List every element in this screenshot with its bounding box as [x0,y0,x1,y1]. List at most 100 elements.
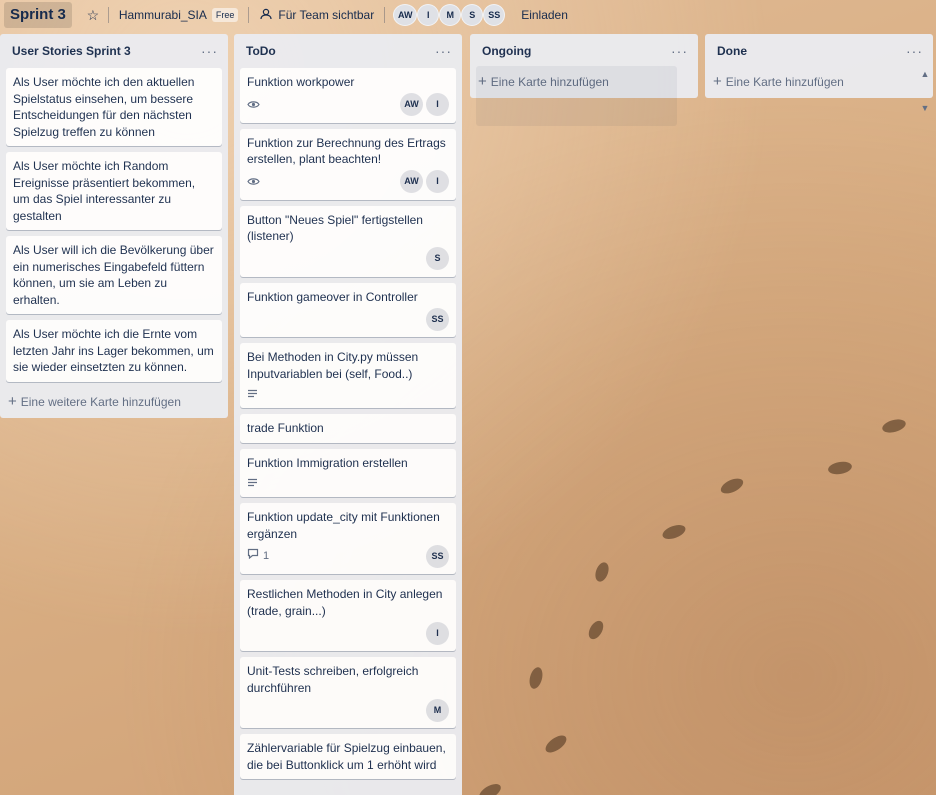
avatar[interactable]: S [426,247,449,270]
member-avatar[interactable]: S [461,4,484,26]
list-done: Done ··· + Eine Karte hinzufügen ▲ ▼ [705,34,933,113]
list-title: Ongoing [482,44,532,58]
avatar[interactable]: SS [426,307,449,331]
card[interactable]: Funktion zur Berechnung des Ertrags erst… [240,128,456,200]
card[interactable]: Als User möchte ich Random Ereignisse pr… [6,152,222,230]
list-todo: ToDo ··· Funktion workpower AW I Funktio… [234,34,462,795]
avatar[interactable]: M [426,698,449,722]
card-title: Zählervariable für Spielzug einbauen, di… [247,741,446,772]
card-badges: AW I [247,170,449,194]
card-badges [247,384,449,402]
plus-icon: + [713,73,722,90]
card-members: S [426,247,449,270]
header-divider [107,7,109,23]
visibility-button[interactable]: Für Team sichtbar [253,2,380,28]
card-members: M [426,698,449,722]
board-members: AW I M S SS [393,4,506,26]
card-members: I [426,621,449,645]
add-card-label: Eine Karte hinzufügen [725,75,844,89]
team-name: Hammurabi_SIA [118,8,207,22]
card[interactable]: Funktion workpower AW I [240,68,456,123]
list-title: ToDo [246,44,276,58]
list-title: Done [717,44,747,58]
more-icon[interactable]: ··· [906,44,923,58]
card-title: Als User möchte ich die Ernte vom letzte… [13,327,214,374]
comment-icon [247,548,259,565]
card-badges: SS [247,307,449,331]
card[interactable]: Funktion gameover in Controller SS [240,282,456,337]
card-title: Funktion gameover in Controller [247,289,418,304]
member-avatar[interactable]: SS [483,4,506,26]
card-title: trade Funktion [247,421,324,435]
plan-badge: Free [211,8,239,22]
avatar[interactable]: I [426,170,449,193]
card-badges: 1 SS [247,544,449,568]
eye-icon [247,177,260,186]
comment-count: 1 [263,549,270,562]
card-badges: S [247,247,449,271]
card[interactable]: Funktion Immigration erstellen [240,448,456,497]
card[interactable]: Unit-Tests schreiben, erfolgreich durchf… [240,657,456,728]
card-title: Bei Methoden in City.py müssen Inputvari… [247,350,419,381]
card-title: Als User möchte ich den aktuellen Spiels… [13,75,195,139]
card-title: Funktion update_city mit Funktionen ergä… [247,510,440,541]
card-title: Unit-Tests schreiben, erfolgreich durchf… [247,664,419,695]
chevron-down-icon[interactable]: ▼ [919,102,931,114]
card-members: AW I [400,93,449,116]
avatar[interactable]: AW [400,93,423,116]
list-title: User Stories Sprint 3 [12,44,131,58]
chevron-up-icon[interactable]: ▲ [919,68,931,80]
card-list: Als User möchte ich den aktuellen Spiels… [0,68,228,382]
card-title: Funktion workpower [247,75,355,89]
card-title: Als User will ich die Bevölkerung über e… [13,243,214,307]
avatar[interactable]: AW [400,170,423,193]
header-divider [248,7,250,23]
card-title: Als User möchte ich Random Ereignisse pr… [13,159,196,223]
invite-button[interactable]: Einladen [515,4,574,26]
card[interactable]: Als User möchte ich die Ernte vom letzte… [6,320,222,382]
card-list: Funktion workpower AW I Funktion zur Ber… [234,68,462,779]
more-icon[interactable]: ··· [435,44,452,58]
header-divider [384,7,386,23]
card[interactable]: Funktion update_city mit Funktionen ergä… [240,503,456,574]
star-icon[interactable]: ☆ [82,2,104,28]
card[interactable]: Restlichen Methoden in City anlegen (tra… [240,580,456,651]
card-badges: M [247,698,449,722]
member-avatar[interactable]: AW [393,4,418,26]
add-card-label: Eine weitere Karte hinzufügen [20,394,181,409]
board-header: Sprint 3 ☆ Hammurabi_SIA Free Für Team s… [0,0,936,30]
card-members: AW I [400,170,449,193]
card-title: Button "Neues Spiel" fertigstellen (list… [247,212,423,244]
card[interactable]: trade Funktion [240,414,456,443]
board-title[interactable]: Sprint 3 [4,2,72,28]
card[interactable]: Zählervariable für Spielzug einbauen, di… [240,734,456,779]
card[interactable]: Button "Neues Spiel" fertigstellen (list… [240,205,456,277]
card-badges [247,473,449,491]
card[interactable]: Als User will ich die Bevölkerung über e… [6,236,222,314]
add-card-button[interactable]: + Eine Karte hinzufügen [705,68,933,98]
team-button[interactable]: Hammurabi_SIA Free [113,2,245,28]
add-card-button[interactable]: + Eine weitere Karte hinzufügen [0,388,228,418]
plus-icon: + [8,392,17,410]
visibility-label: Für Team sichtbar [278,8,375,22]
card[interactable]: Bei Methoden in City.py müssen Inputvari… [240,343,456,408]
more-icon[interactable]: ··· [671,44,688,58]
card-title: Funktion Immigration erstellen [247,455,408,470]
scrollbar[interactable]: ▲ ▼ [919,68,931,114]
list-header: Done ··· [705,34,933,68]
description-icon [247,389,258,398]
list-user-stories: User Stories Sprint 3 ··· Als User möcht… [0,34,228,418]
avatar[interactable]: I [426,93,449,116]
card-badges: AW I [247,93,449,117]
card-title: Restlichen Methoden in City anlegen (tra… [247,587,443,618]
card-members: SS [426,544,449,568]
drop-placeholder [476,66,677,126]
card-title: Funktion zur Berechnung des Ertrags erst… [247,135,446,167]
member-avatar[interactable]: M [439,4,462,26]
avatar[interactable]: I [426,621,449,645]
people-icon [259,8,273,23]
member-avatar[interactable]: I [417,4,440,26]
card[interactable]: Als User möchte ich den aktuellen Spiels… [6,68,222,146]
more-icon[interactable]: ··· [201,44,218,58]
avatar[interactable]: SS [426,544,449,568]
